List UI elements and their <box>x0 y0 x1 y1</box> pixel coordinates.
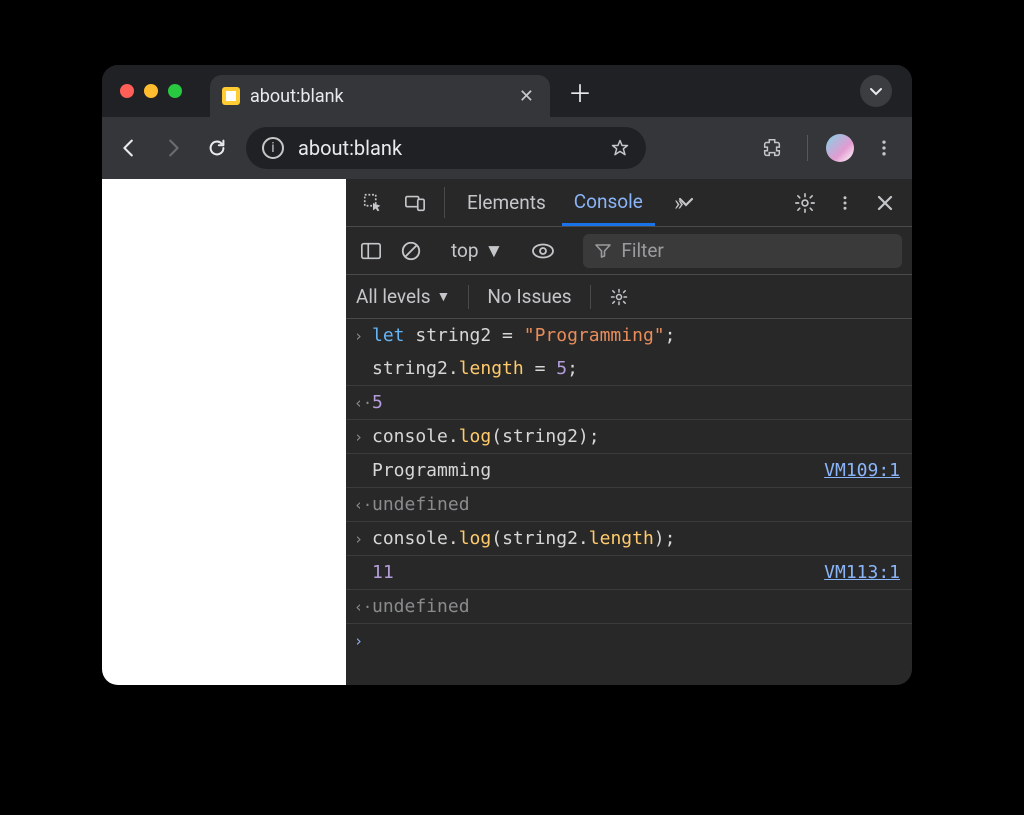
row-gutter-icon: ‹· <box>354 596 372 616</box>
browser-toolbar: i about:blank <box>102 117 912 179</box>
dropdown-icon: ▼ <box>485 239 504 263</box>
source-link[interactable]: VM109:1 <box>824 460 904 481</box>
tabs-dropdown-button[interactable] <box>860 75 892 107</box>
bookmark-icon[interactable] <box>610 138 630 158</box>
forward-button[interactable] <box>158 133 188 163</box>
titlebar: about:blank ✕ ＋ <box>102 65 912 117</box>
row-content: undefined <box>372 494 904 515</box>
clear-console-icon[interactable] <box>396 236 426 266</box>
devtools-tabbar: Elements Console » <box>346 179 912 227</box>
row-content: 11 <box>372 562 824 583</box>
console-output[interactable]: ›let string2 = "Programming"; string2.le… <box>346 319 912 685</box>
row-content: console.log(string2.length); <box>372 528 904 549</box>
inspect-element-icon[interactable] <box>354 179 392 226</box>
console-row[interactable]: ›let string2 = "Programming"; <box>346 319 912 352</box>
console-row[interactable]: ‹·undefined <box>346 488 912 522</box>
console-row[interactable]: string2.length = 5; <box>346 352 912 386</box>
filter-placeholder: Filter <box>621 239 663 262</box>
row-gutter-icon <box>354 460 372 480</box>
console-row[interactable]: ‹·5 <box>346 386 912 420</box>
tab-console[interactable]: Console <box>562 179 655 226</box>
maximize-window-button[interactable] <box>168 84 182 98</box>
console-row[interactable]: ›console.log(string2.length); <box>346 522 912 556</box>
browser-window: about:blank ✕ ＋ i about:blank <box>102 65 912 685</box>
chrome-menu-icon[interactable] <box>868 138 900 158</box>
log-levels-label: All levels <box>356 285 431 308</box>
issues-label: No Issues <box>487 285 571 308</box>
console-toolbar: top ▼ Filter <box>346 227 912 275</box>
row-content: let string2 = "Programming"; <box>372 325 904 346</box>
devtools-close-icon[interactable] <box>868 194 902 212</box>
filter-icon <box>595 243 611 259</box>
row-content: string2.length = 5; <box>372 358 904 379</box>
source-link[interactable]: VM113:1 <box>824 562 904 583</box>
row-gutter-icon: ‹· <box>354 392 372 412</box>
close-window-button[interactable] <box>120 84 134 98</box>
console-prompt[interactable]: › <box>346 624 912 656</box>
row-gutter-icon <box>354 358 372 378</box>
address-text: about:blank <box>298 136 596 160</box>
window-controls <box>120 84 182 98</box>
extensions-icon[interactable] <box>755 137 789 159</box>
profile-avatar[interactable] <box>826 134 854 162</box>
reload-button[interactable] <box>202 133 232 163</box>
tab-elements[interactable]: Elements <box>455 179 558 226</box>
browser-tab[interactable]: about:blank ✕ <box>210 75 550 117</box>
row-gutter-icon: › <box>354 426 372 446</box>
row-content: undefined <box>372 596 904 617</box>
context-selector[interactable]: top ▼ <box>451 239 503 263</box>
row-content: 5 <box>372 392 904 413</box>
device-toolbar-icon[interactable] <box>396 179 434 226</box>
more-tabs-icon[interactable]: » <box>659 179 699 226</box>
live-expression-icon[interactable] <box>528 236 558 266</box>
console-subbar: All levels ▼ No Issues <box>346 275 912 319</box>
issues-button[interactable]: No Issues <box>487 285 571 308</box>
console-row[interactable]: ‹·undefined <box>346 590 912 624</box>
console-row[interactable]: ProgrammingVM109:1 <box>346 454 912 488</box>
row-gutter-icon: › <box>354 325 372 345</box>
row-gutter-icon: › <box>354 528 372 548</box>
row-content: Programming <box>372 460 824 481</box>
new-tab-button[interactable]: ＋ <box>568 74 592 109</box>
content-area: Elements Console » <box>102 179 912 685</box>
devtools-menu-icon[interactable] <box>828 192 862 214</box>
address-bar[interactable]: i about:blank <box>246 127 646 169</box>
page-viewport[interactable] <box>102 179 346 685</box>
close-tab-button[interactable]: ✕ <box>515 86 538 107</box>
log-levels-selector[interactable]: All levels ▼ <box>356 285 450 308</box>
devtools-settings-icon[interactable] <box>788 192 822 214</box>
tab-title: about:blank <box>250 86 505 107</box>
console-filter[interactable]: Filter <box>583 234 902 268</box>
devtools-panel: Elements Console » <box>346 179 912 685</box>
row-gutter-icon: ‹· <box>354 494 372 514</box>
dropdown-icon: ▼ <box>437 288 451 305</box>
row-gutter-icon <box>354 562 372 582</box>
tab-favicon <box>222 87 240 105</box>
row-content: console.log(string2); <box>372 426 904 447</box>
context-label: top <box>451 239 479 262</box>
minimize-window-button[interactable] <box>144 84 158 98</box>
toggle-sidebar-icon[interactable] <box>356 236 386 266</box>
console-row[interactable]: ›console.log(string2); <box>346 420 912 454</box>
console-settings-icon[interactable] <box>609 287 629 307</box>
back-button[interactable] <box>114 133 144 163</box>
toolbar-separator <box>807 135 808 161</box>
site-info-icon[interactable]: i <box>262 137 284 159</box>
console-row[interactable]: 11VM113:1 <box>346 556 912 590</box>
